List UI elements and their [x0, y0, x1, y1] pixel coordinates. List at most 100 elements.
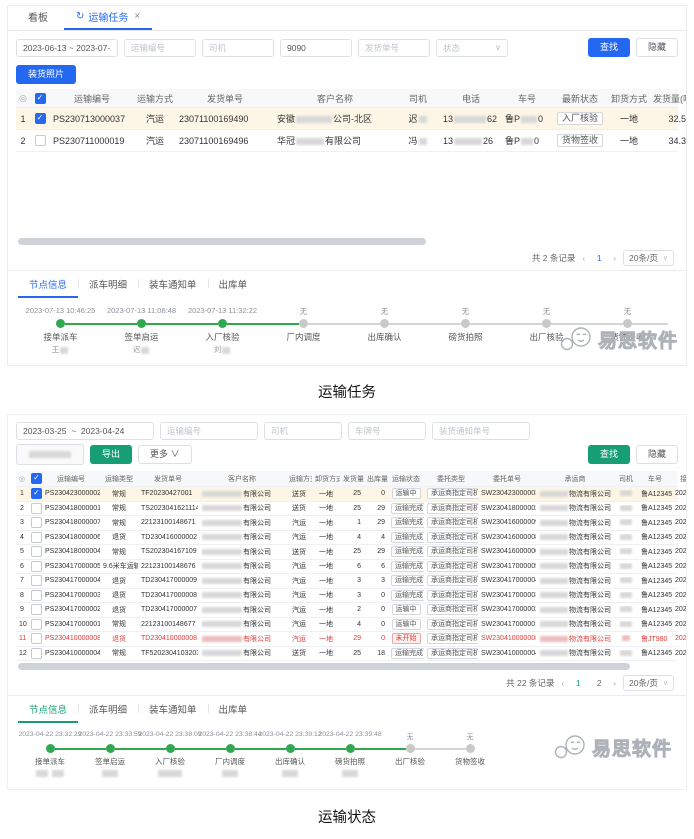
more-button[interactable]: 更多 ∨	[138, 445, 192, 464]
refresh-icon[interactable]: ↻	[76, 11, 84, 22]
table-row[interactable]: 12PS230410000004常规TF5202304103203有限公司送货一…	[16, 647, 678, 662]
table-row[interactable]: 9PS230417000002退货TD230417000007有限公司汽运一地2…	[16, 603, 678, 618]
table-row[interactable]: 10PS230417000001常规22123100148677有限公司汽运一地…	[16, 618, 678, 633]
row-checkbox[interactable]	[31, 532, 42, 543]
next-page-button[interactable]: ›	[613, 253, 616, 263]
page-number[interactable]: 1	[571, 678, 585, 688]
page-number[interactable]: 2	[592, 678, 606, 688]
column-header: 发货单号	[176, 92, 274, 105]
prev-page-button[interactable]: ‹	[582, 253, 585, 263]
table-cell: 送货	[286, 489, 312, 499]
table-row[interactable]: 2PS230418000001常规TS2023041621114有限公司送货一地…	[16, 502, 678, 517]
row-checkbox[interactable]	[35, 93, 46, 104]
table-cell: 有限公司	[198, 576, 286, 586]
column-header: 运输方式	[286, 474, 312, 484]
status-select[interactable]: 状态 ∨	[436, 39, 508, 57]
table-row[interactable]: 4PS230418000006退货TD230416000002有限公司汽运一地4…	[16, 531, 678, 546]
table-cell: 鲁P0	[502, 134, 552, 147]
tab-kanban[interactable]: 看板	[16, 5, 60, 30]
tab-transport-task[interactable]: ↻ 运输任务 ×	[64, 5, 152, 30]
table-cell	[28, 503, 42, 514]
table-cell: 运输中	[388, 604, 424, 615]
row-checkbox[interactable]	[31, 604, 42, 615]
page-size-select[interactable]: 20条/页∨	[623, 250, 674, 266]
search-button[interactable]: 查找	[588, 38, 630, 57]
scrollbar-thumb[interactable]	[18, 238, 426, 245]
table-row[interactable]: 7PS230417000004退货TD230417000009有限公司汽运一地3…	[16, 574, 678, 589]
hide-button[interactable]: 隐藏	[636, 445, 678, 464]
driver-input[interactable]	[264, 422, 342, 440]
table-cell: 鲁A12345	[638, 489, 672, 499]
toolbar: 装货照片	[8, 63, 686, 89]
detail-tab-0[interactable]: 节点信息	[18, 271, 78, 298]
detail-tab-2[interactable]: 装车通知单	[138, 271, 208, 298]
date-range-input[interactable]	[16, 422, 154, 440]
table-cell: 1326	[440, 136, 502, 146]
row-checkbox[interactable]	[31, 488, 42, 499]
table-row[interactable]: 3PS230418000007常规22123100148671有限公司汽运一地1…	[16, 516, 678, 531]
table-row[interactable]: 8PS230417000003退货TD230417000008有限公司汽运一地3…	[16, 589, 678, 604]
close-tab-icon[interactable]: ×	[134, 11, 140, 22]
node-operator: 刘	[214, 344, 232, 353]
detail-tab-0[interactable]: 节点信息	[18, 696, 78, 723]
table-row[interactable]: 6PS2304170000059.6米车运输22123100148676有限公司…	[16, 560, 678, 575]
row-checkbox[interactable]	[31, 648, 42, 659]
prev-page-button[interactable]: ‹	[561, 678, 564, 688]
status-badge: 运输完成	[391, 517, 424, 528]
row-checkbox[interactable]	[31, 517, 42, 528]
row-checkbox[interactable]	[31, 633, 42, 644]
node-label: 入厂核验	[155, 756, 185, 767]
node-dot	[623, 319, 632, 328]
driver-input[interactable]	[202, 39, 274, 57]
row-checkbox[interactable]	[31, 546, 42, 557]
transport-no-input[interactable]	[124, 39, 196, 57]
transport-task-table: ◎运输编号运输方式发货单号客户名称司机电话车号最新状态卸货方式发货量(吨1PS2…	[16, 89, 678, 152]
table-cell: SW230417000005	[478, 563, 536, 570]
row-checkbox[interactable]	[35, 113, 46, 124]
row-checkbox[interactable]	[31, 619, 42, 630]
hide-button[interactable]: 隐藏	[636, 38, 678, 57]
load-photo-button[interactable]: 装货照片	[16, 65, 76, 84]
export-button[interactable]: 导出	[90, 445, 132, 464]
table-cell: 鲁A12345	[638, 547, 672, 557]
scrollbar-thumb[interactable]	[18, 663, 630, 670]
plate-input[interactable]	[348, 422, 426, 440]
table-cell: 一地	[312, 547, 340, 557]
row-checkbox[interactable]	[31, 575, 42, 586]
table-cell: 华冠有限公司	[274, 134, 396, 147]
node-timeline: 2023-04-22 23:32:29接单派车 2023-04-22 23:33…	[8, 723, 686, 789]
node-operator	[281, 768, 299, 777]
table-cell: 有限公司	[198, 518, 286, 528]
node-dot	[226, 744, 235, 753]
field4-input[interactable]	[280, 39, 352, 57]
table-row[interactable]: 1PS230423000002常规TF20230427001有限公司送货一地25…	[16, 487, 678, 502]
detail-tab-1[interactable]: 派车明细	[78, 271, 138, 298]
row-checkbox[interactable]	[31, 503, 42, 514]
detail-tab-3[interactable]: 出库单	[208, 271, 259, 298]
next-page-button[interactable]: ›	[613, 678, 616, 688]
search-button[interactable]: 查找	[588, 445, 630, 464]
page-size-select[interactable]: 20条/页∨	[623, 675, 674, 691]
table-row[interactable]: 1PS230713000037汽运23071100169490安徽公司-北区迟1…	[16, 108, 678, 130]
table-row[interactable]: 2PS230711000019汽运23071100169496华冠有限公司冯13…	[16, 130, 678, 152]
load-notice-input[interactable]	[432, 422, 530, 440]
ship-no-input[interactable]	[358, 39, 430, 57]
table-row[interactable]: 11PS230410000008退货TD230410000008有限公司汽运一地…	[16, 632, 678, 647]
column-header[interactable]	[30, 92, 50, 103]
table-cell: 承运商指定司机	[424, 517, 478, 528]
row-checkbox[interactable]	[31, 473, 42, 484]
row-checkbox[interactable]	[31, 590, 42, 601]
table-row[interactable]: 5PS230418000004常规TS202304167109有限公司送货一地2…	[16, 545, 678, 560]
column-header[interactable]	[28, 473, 42, 484]
node-dot	[106, 744, 115, 753]
detail-tab-1[interactable]: 派车明细	[78, 696, 138, 723]
table-cell: 常规	[100, 518, 138, 528]
date-range-input[interactable]	[16, 39, 118, 57]
row-checkbox[interactable]	[31, 561, 42, 572]
row-checkbox[interactable]	[35, 135, 46, 146]
transport-no-input[interactable]	[160, 422, 258, 440]
page-number[interactable]: 1	[592, 253, 606, 263]
detail-tab-2[interactable]: 装车通知单	[138, 696, 208, 723]
table-cell: 一地	[312, 634, 340, 644]
detail-tab-3[interactable]: 出库单	[208, 696, 259, 723]
